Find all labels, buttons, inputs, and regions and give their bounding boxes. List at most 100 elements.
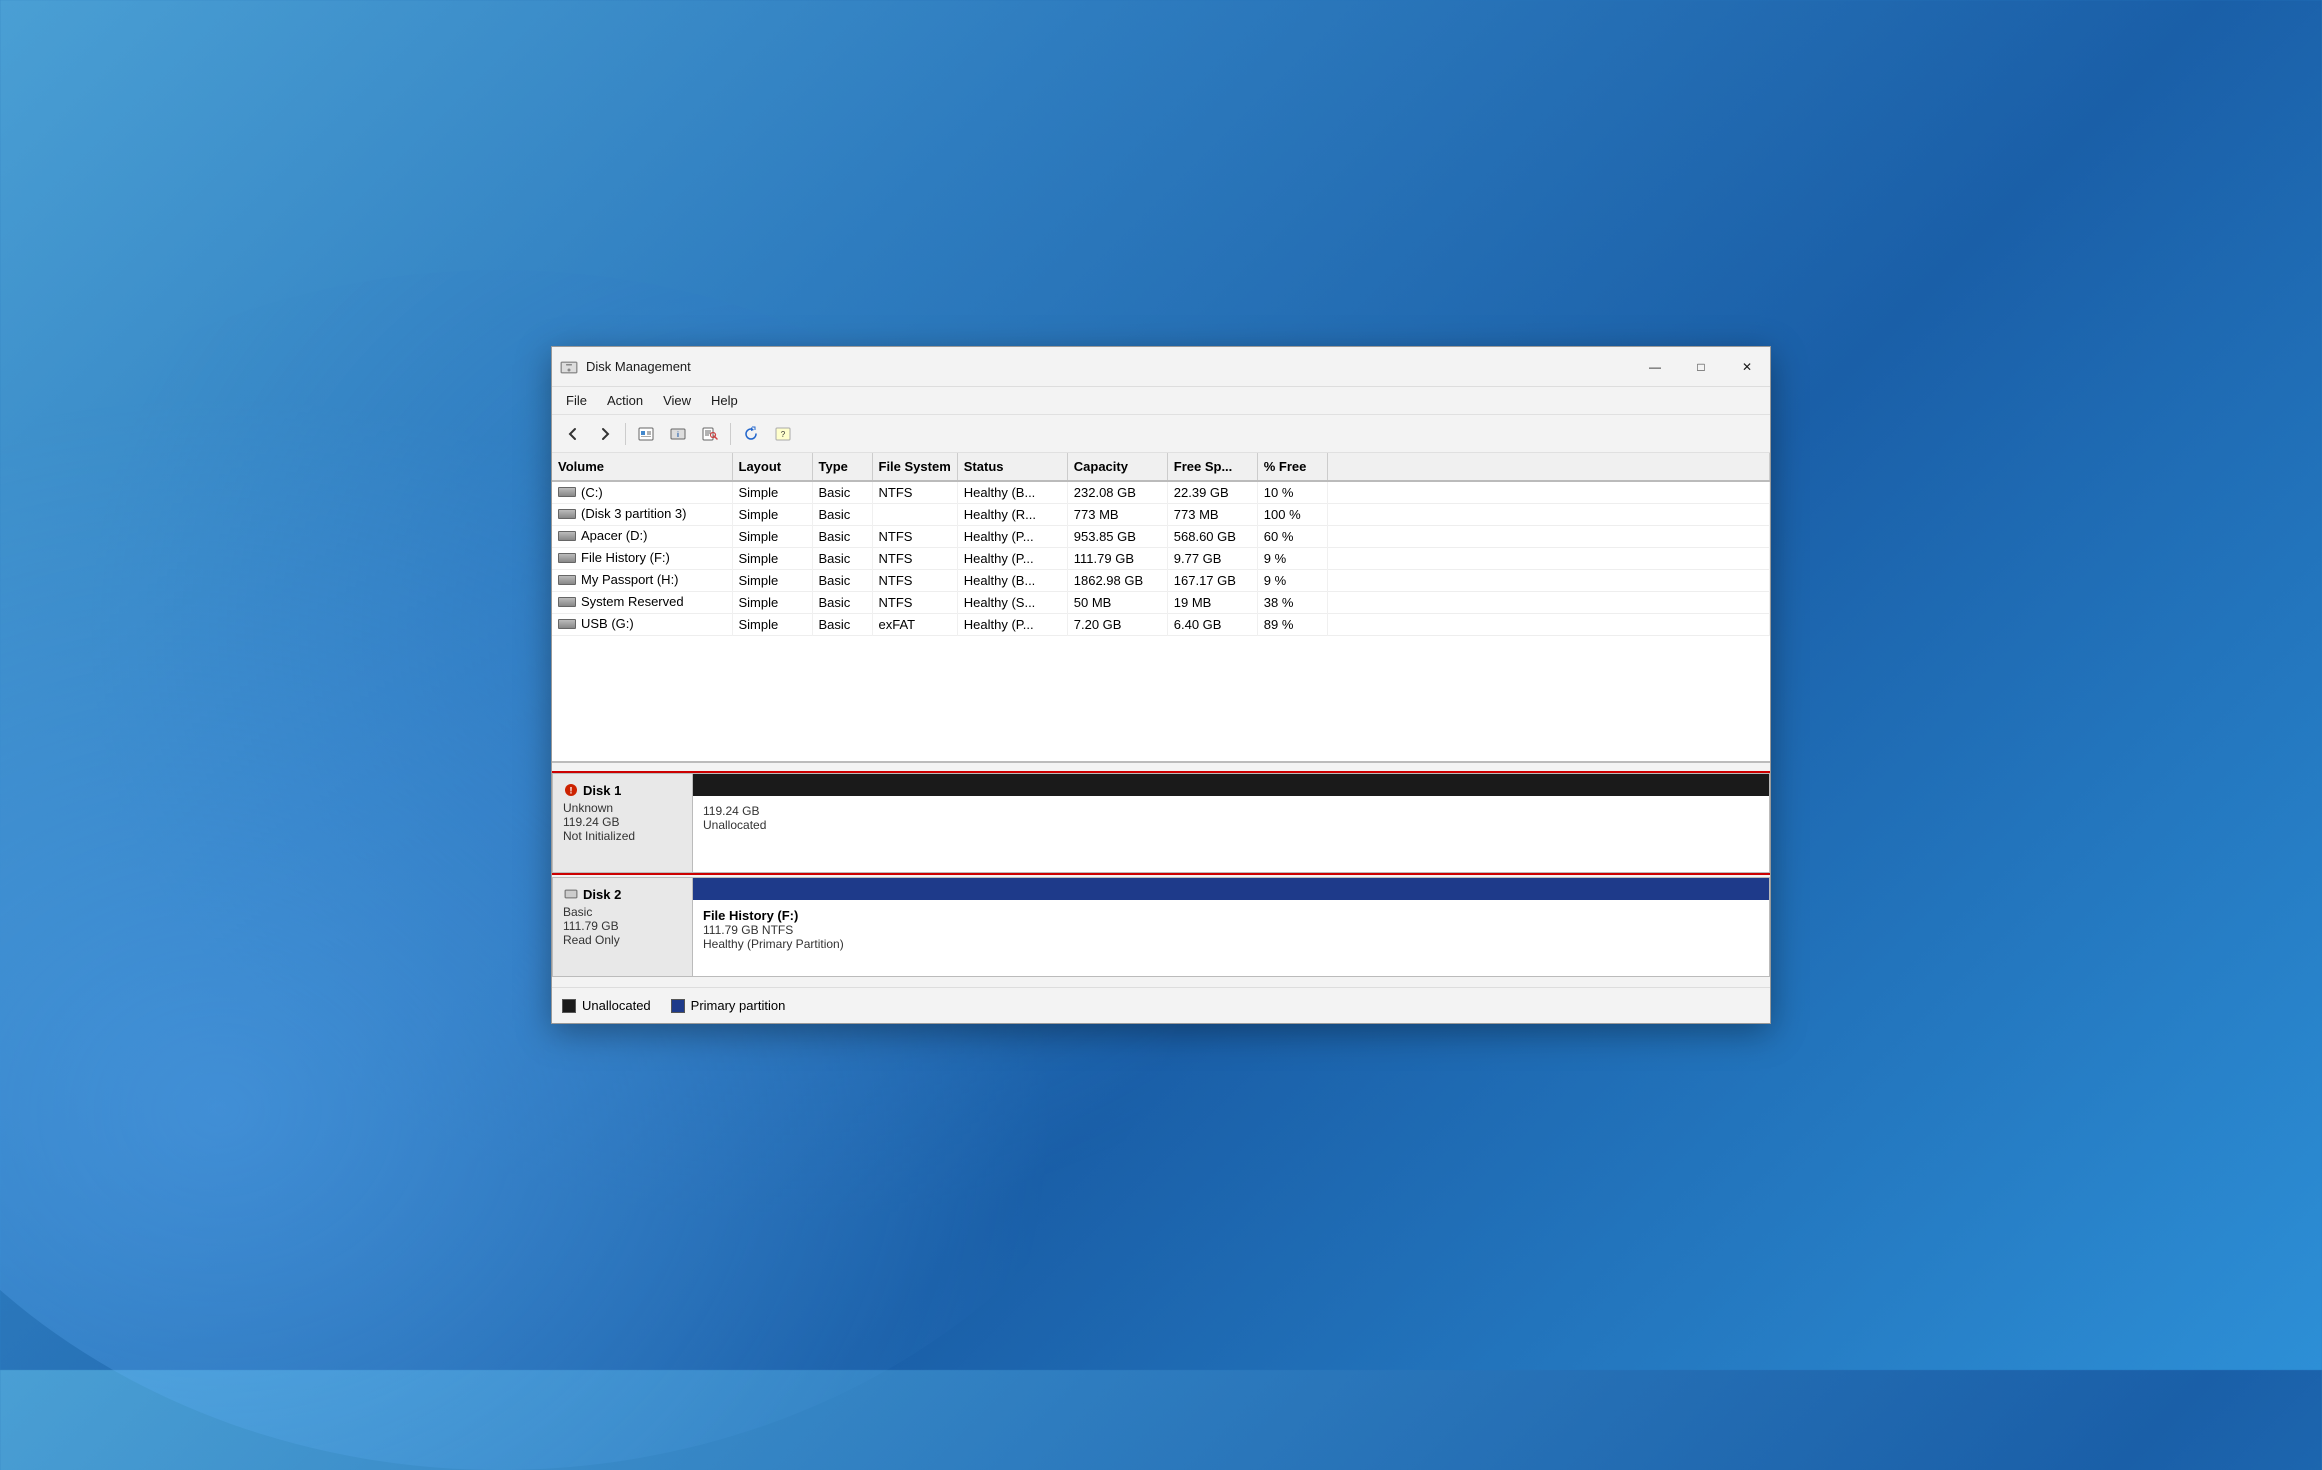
col-capacity[interactable]: Capacity [1067,453,1167,481]
disk-partition-content-disk1: 119.24 GB Unallocated [693,796,1769,872]
disk-header-bar-disk2 [693,878,1769,900]
disk-row-disk2[interactable]: Disk 2 Basic 111.79 GB Read Only File Hi… [552,877,1770,977]
cell-volume: (Disk 3 partition 3) [552,503,732,525]
title-bar: Disk Management — □ ✕ [552,347,1770,387]
cell-type: Basic [812,547,872,569]
col-fs[interactable]: File System [872,453,957,481]
table-row[interactable]: Apacer (D:) Simple Basic NTFS Healthy (P… [552,525,1770,547]
svg-text:i: i [677,432,679,439]
col-pct[interactable]: % Free [1257,453,1327,481]
partition-block-disk2[interactable]: File History (F:) 111.79 GB NTFS Healthy… [693,900,1769,976]
cell-pct: 60 % [1257,525,1327,547]
cell-free: 568.60 GB [1167,525,1257,547]
cell-status: Healthy (R... [957,503,1067,525]
disk-label-disk1: ! Disk 1 Unknown 119.24 GB Not Initializ… [552,773,692,873]
cell-pct: 38 % [1257,591,1327,613]
format-button[interactable] [695,420,725,448]
cell-type: Basic [812,481,872,503]
back-button[interactable] [558,420,588,448]
cell-status: Healthy (S... [957,591,1067,613]
table-row[interactable]: (Disk 3 partition 3) Simple Basic Health… [552,503,1770,525]
part-name-disk2: File History (F:) [703,908,1759,923]
disk-icon-disk2 [563,886,579,902]
disk-status-disk1: Not Initialized [563,829,682,843]
disk-size-disk2: 111.79 GB [563,919,682,933]
minimize-button[interactable]: — [1632,347,1678,387]
cell-free: 9.77 GB [1167,547,1257,569]
cell-type: Basic [812,613,872,635]
toolbar: i ? [552,415,1770,453]
legend-box-unallocated [562,999,576,1013]
cell-layout: Simple [732,503,812,525]
cell-status: Healthy (P... [957,525,1067,547]
cell-layout: Simple [732,613,812,635]
cell-volume: System Reserved [552,591,732,613]
toolbar-separator-2 [730,423,731,445]
cell-fs [872,503,957,525]
table-row[interactable]: USB (G:) Simple Basic exFAT Healthy (P..… [552,613,1770,635]
cell-fs: NTFS [872,569,957,591]
part-status-disk2: Healthy (Primary Partition) [703,937,1759,951]
partition-block-disk1[interactable]: 119.24 GB Unallocated [693,796,1769,872]
disk-header-bar-disk1 [693,774,1769,796]
window-title: Disk Management [586,359,1632,374]
part-status-disk1: Unallocated [703,818,1759,832]
disk-type-disk1: Unknown [563,801,682,815]
cell-layout: Simple [732,481,812,503]
table-row[interactable]: System Reserved Simple Basic NTFS Health… [552,591,1770,613]
refresh-button[interactable] [736,420,766,448]
cell-status: Healthy (P... [957,613,1067,635]
cell-extra [1327,525,1769,547]
cell-free: 773 MB [1167,503,1257,525]
cell-pct: 10 % [1257,481,1327,503]
menu-help[interactable]: Help [701,391,748,410]
col-status[interactable]: Status [957,453,1067,481]
window-controls: — □ ✕ [1632,347,1770,387]
cell-fs: exFAT [872,613,957,635]
table-row[interactable]: File History (F:) Simple Basic NTFS Heal… [552,547,1770,569]
legend-box-primary [671,999,685,1013]
cell-free: 6.40 GB [1167,613,1257,635]
forward-button[interactable] [590,420,620,448]
cell-extra [1327,569,1769,591]
disk-type-disk2: Basic [563,905,682,919]
cell-fs: NTFS [872,591,957,613]
maximize-button[interactable]: □ [1678,347,1724,387]
legend-unallocated: Unallocated [562,998,651,1013]
cell-volume: Apacer (D:) [552,525,732,547]
properties-button[interactable] [631,420,661,448]
legend-primary: Primary partition [671,998,786,1013]
col-layout[interactable]: Layout [732,453,812,481]
cell-free: 19 MB [1167,591,1257,613]
help-button[interactable]: ? [768,420,798,448]
disk-name-disk2: Disk 2 [563,886,682,902]
disk-properties-button[interactable]: i [663,420,693,448]
cell-volume: File History (F:) [552,547,732,569]
cell-fs: NTFS [872,481,957,503]
cell-layout: Simple [732,525,812,547]
disk-partition-content-disk2: File History (F:) 111.79 GB NTFS Healthy… [693,900,1769,976]
menu-file[interactable]: File [556,391,597,410]
cell-pct: 9 % [1257,569,1327,591]
col-free[interactable]: Free Sp... [1167,453,1257,481]
col-volume[interactable]: Volume [552,453,732,481]
cell-type: Basic [812,569,872,591]
menu-action[interactable]: Action [597,391,653,410]
cell-capacity: 111.79 GB [1067,547,1167,569]
cell-layout: Simple [732,547,812,569]
menu-view[interactable]: View [653,391,701,410]
legend-label-unallocated: Unallocated [582,998,651,1013]
col-type[interactable]: Type [812,453,872,481]
disk-name-disk1: ! Disk 1 [563,782,682,798]
cell-status: Healthy (B... [957,569,1067,591]
disk-row-disk1[interactable]: ! Disk 1 Unknown 119.24 GB Not Initializ… [552,773,1770,873]
close-button[interactable]: ✕ [1724,347,1770,387]
cell-volume: (C:) [552,481,732,503]
table-row[interactable]: (C:) Simple Basic NTFS Healthy (B... 232… [552,481,1770,503]
cell-extra [1327,613,1769,635]
cell-capacity: 953.85 GB [1067,525,1167,547]
table-row[interactable]: My Passport (H:) Simple Basic NTFS Healt… [552,569,1770,591]
cell-type: Basic [812,525,872,547]
cell-layout: Simple [732,569,812,591]
cell-status: Healthy (B... [957,481,1067,503]
